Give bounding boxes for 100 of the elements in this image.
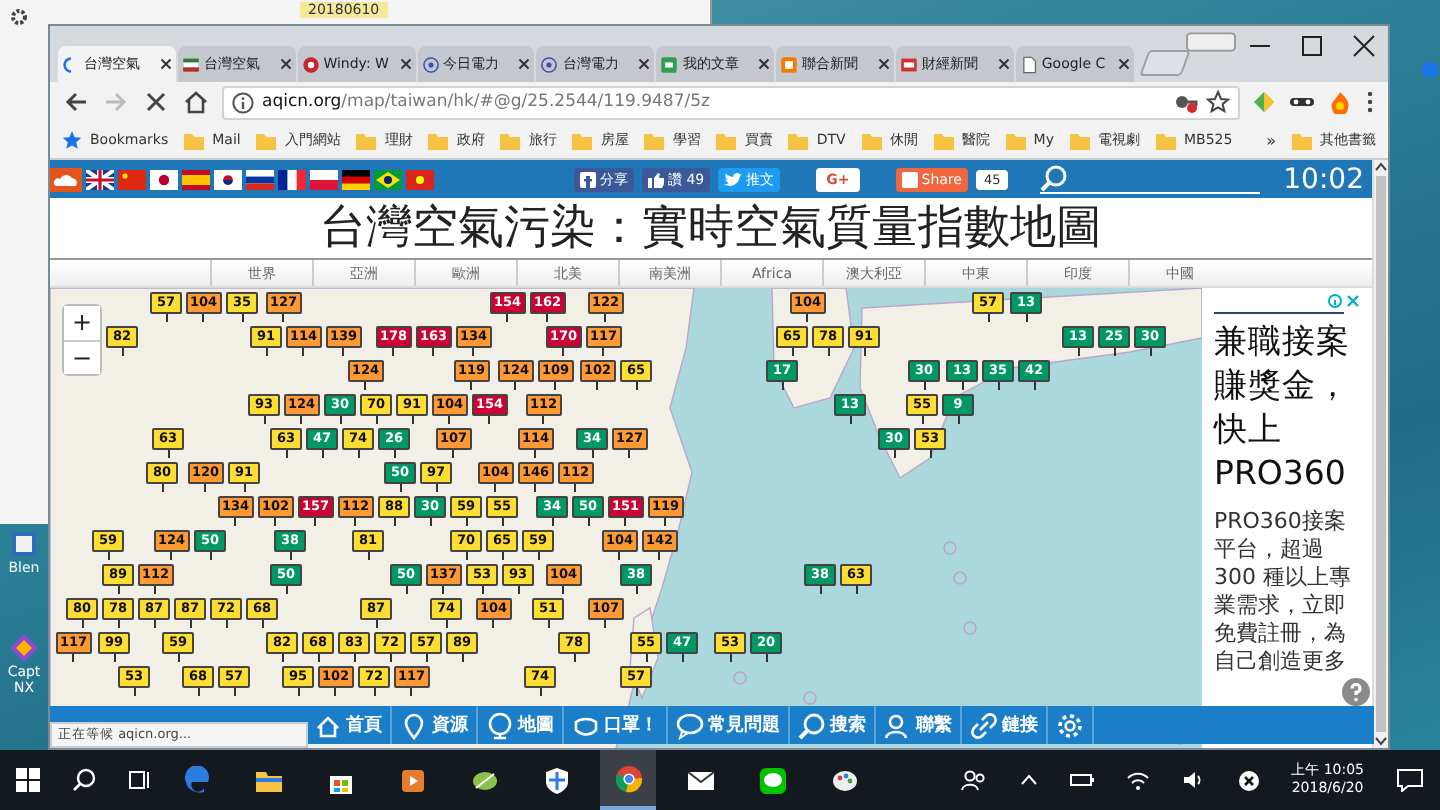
folder-icon	[572, 131, 593, 149]
info-icon[interactable]	[1328, 294, 1342, 308]
map-pin-icon	[400, 711, 428, 739]
tab-favicon	[421, 55, 440, 73]
paint-palette-icon	[829, 765, 859, 795]
speech-bubble-icon	[676, 711, 704, 739]
flag-icon[interactable]	[150, 169, 178, 189]
back-arrow-icon[interactable]	[62, 88, 90, 116]
task-view-icon[interactable]	[128, 768, 152, 792]
close-icon[interactable]	[638, 58, 651, 70]
key-icon[interactable]	[1174, 90, 1198, 114]
settings-icon	[10, 8, 28, 26]
speaker-icon[interactable]	[1181, 770, 1206, 790]
close-icon[interactable]	[997, 58, 1010, 70]
facebook-icon	[580, 171, 596, 187]
cloud-logo-icon[interactable]	[50, 167, 82, 191]
help-icon[interactable]	[1342, 678, 1370, 706]
share-icon	[901, 171, 918, 187]
close-icon[interactable]	[758, 58, 771, 70]
folder-icon	[644, 131, 665, 149]
media-player-icon	[397, 765, 427, 795]
search-icon[interactable]	[72, 768, 96, 792]
folder-icon	[184, 131, 205, 149]
search-icon	[798, 711, 826, 739]
nav-link[interactable]: 口罩！	[564, 706, 668, 744]
nav-link[interactable]: 常見問題	[668, 706, 790, 744]
close-icon[interactable]	[399, 58, 412, 70]
folder-icon	[1069, 131, 1090, 149]
flag-icon[interactable]	[246, 169, 274, 189]
tab-favicon	[900, 55, 919, 73]
nav-link[interactable]: 搜索	[790, 706, 876, 744]
info-icon	[232, 91, 254, 113]
page-title: 台灣空氣污染：實時空氣質量指數地圖	[318, 200, 1104, 258]
ad-headline[interactable]: 兼職接案賺獎金，快上PRO360	[1214, 320, 1360, 496]
flag-icon[interactable]	[86, 169, 114, 189]
app-icon[interactable]	[8, 528, 40, 560]
search-icon	[1039, 164, 1068, 192]
flag-icon[interactable]	[342, 169, 370, 189]
bird-icon	[724, 171, 743, 187]
battery-icon[interactable]	[1069, 772, 1094, 788]
windows-start-icon[interactable]	[16, 768, 40, 792]
folder-icon	[1292, 131, 1312, 149]
chat-app-icon	[757, 765, 787, 795]
bookmarks-overflow[interactable]: »	[1266, 131, 1276, 149]
folder-icon	[716, 131, 737, 149]
close-icon[interactable]	[518, 58, 531, 70]
folder-icon	[428, 131, 449, 149]
home-icon	[314, 711, 342, 739]
close-icon[interactable]	[159, 58, 172, 70]
tab-favicon	[181, 55, 200, 73]
folder-icon	[788, 131, 809, 149]
flag-icon[interactable]	[374, 169, 402, 189]
settings-icon[interactable]	[1056, 711, 1084, 739]
chevron-up-icon[interactable]	[1019, 772, 1038, 788]
flame-extension-icon[interactable]	[1328, 90, 1352, 114]
envelope-icon	[685, 765, 715, 795]
zoom-out-button[interactable]: −	[64, 340, 100, 374]
folder-icon	[861, 131, 882, 149]
close-icon[interactable]	[279, 58, 292, 70]
nav-link[interactable]: 鏈接	[962, 706, 1048, 744]
scrollbar[interactable]	[1372, 160, 1388, 748]
person-icon	[884, 711, 912, 739]
star-icon[interactable]	[1206, 90, 1230, 114]
tab-favicon	[780, 55, 799, 73]
tab-favicon	[660, 55, 679, 73]
globe-icon	[486, 711, 514, 739]
flag-icon[interactable]	[278, 169, 306, 189]
star-icon	[62, 130, 82, 150]
close-circle-icon[interactable]	[1237, 769, 1260, 791]
address-bar[interactable]: aqicn.org/map/taiwan/hk/#@g/25.2544/119.9487/5z	[222, 85, 1240, 119]
tab-favicon	[301, 55, 320, 73]
notification-icon[interactable]	[1396, 768, 1424, 792]
search-field[interactable]	[1039, 164, 1260, 194]
nav-link[interactable]: 資源	[392, 706, 478, 744]
scroll-up-icon[interactable]	[1374, 160, 1388, 172]
close-icon[interactable]	[1117, 58, 1130, 70]
scroll-down-icon[interactable]	[1374, 736, 1388, 748]
people-icon[interactable]	[959, 768, 988, 792]
close-icon[interactable]	[878, 58, 891, 70]
folder-icon	[356, 131, 377, 149]
folder-icon	[1155, 131, 1176, 149]
folder-icon	[500, 131, 521, 149]
folder-icon	[933, 131, 954, 149]
menu-icon[interactable]	[1364, 90, 1376, 114]
flag-icon[interactable]	[214, 169, 242, 189]
wifi-icon[interactable]	[1125, 770, 1150, 790]
tab-favicon	[540, 55, 559, 73]
stop-icon[interactable]	[142, 88, 170, 116]
nav-link[interactable]: 聯繫	[876, 706, 962, 744]
edge-icon	[181, 765, 211, 795]
ad-text[interactable]: PRO360接案平台，超過300 種以上專業需求，立即免費註冊，為自己創造更多	[1214, 508, 1360, 676]
folder-icon	[1005, 131, 1026, 149]
link-icon	[970, 711, 998, 739]
thumbs-up-icon	[648, 171, 664, 187]
nav-link[interactable]: 地圖	[478, 706, 564, 744]
clock-time: 10:02	[1283, 163, 1364, 195]
home-icon[interactable]	[182, 88, 210, 116]
app-icon[interactable]	[8, 632, 40, 664]
tab-favicon	[1019, 55, 1038, 73]
folder-icon	[256, 131, 277, 149]
